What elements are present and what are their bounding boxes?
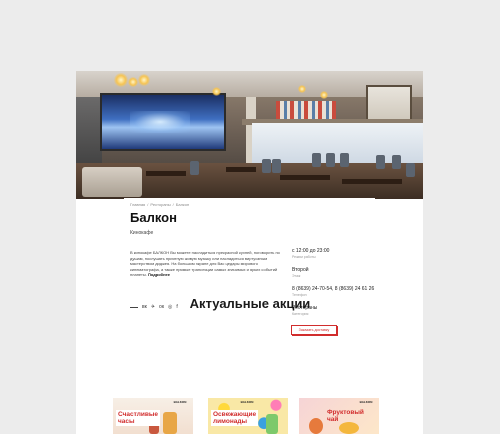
promo-label-line2: чай — [327, 416, 339, 423]
phone-value[interactable]: 8 (8639) 24-70-54, 8 (8639) 24 61 26 — [292, 286, 374, 292]
venue-details: с 12:00 до 23:00 Режим работы Второй Эта… — [292, 248, 374, 324]
promo-label-line1: Фруктовый — [327, 409, 364, 416]
promo-label-line1: Освежающие — [213, 411, 257, 418]
breadcrumb-home[interactable]: Главная — [130, 202, 145, 207]
read-more-link[interactable]: Подробнее — [148, 272, 170, 277]
promo-card[interactable]: BALKON Освежающие лимонады — [208, 398, 288, 434]
promo-label-line2: лимонады — [213, 418, 248, 425]
floor-label: Этаж — [292, 274, 301, 278]
promo-card[interactable]: BALKON Счастливые часы — [113, 398, 193, 434]
venue-description: В кинокафе БАЛКОН Вы можете насладиться … — [130, 250, 280, 278]
page-title: Балкон — [130, 210, 177, 225]
venue-hero-photo — [76, 71, 423, 199]
promo-label: Счастливые часы — [116, 410, 160, 426]
balkon-logo: BALKON — [173, 400, 187, 404]
promo-label: Фруктовый чай — [325, 408, 366, 424]
breadcrumb-current: Балкон — [175, 202, 190, 207]
floor-value: Второй — [292, 267, 309, 273]
venue-type: Кинокафе — [130, 230, 154, 236]
breadcrumb: Главная / Рестораны / Балкон — [130, 202, 190, 207]
hours-label: Режим работы — [292, 255, 316, 259]
hours-value: с 12:00 до 23:00 — [292, 248, 330, 254]
order-delivery-button[interactable]: Заказать доставку — [291, 325, 337, 335]
promotions-heading: Актуальные акции — [189, 296, 311, 311]
promo-label-line2: часы — [118, 418, 135, 425]
venue-page: Главная / Рестораны / Балкон Балкон Кинокафе… — [76, 71, 423, 434]
promo-card[interactable]: BALKON Фруктовый чай — [299, 398, 379, 434]
category-label: Категория — [292, 312, 309, 316]
promo-label-line1: Счастливые — [118, 411, 158, 418]
breadcrumb-restaurants[interactable]: Рестораны — [150, 202, 170, 207]
promo-label: Освежающие лимонады — [211, 410, 259, 426]
